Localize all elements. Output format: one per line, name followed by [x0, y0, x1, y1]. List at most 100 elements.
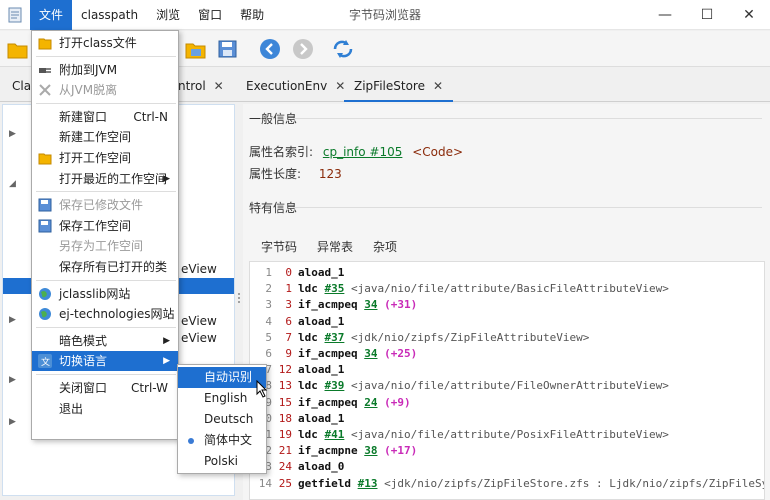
menu-1[interactable]: classpath — [72, 0, 147, 30]
tree-collapse-icon[interactable]: ◢ — [9, 179, 16, 189]
file-menu-item[interactable]: 保存工作空间 — [32, 216, 178, 236]
opcode: ldc — [298, 330, 318, 344]
language-option[interactable]: 自动识别 — [178, 367, 266, 388]
app-icon[interactable] — [0, 0, 30, 30]
operand-link[interactable]: 34 — [364, 298, 377, 311]
language-option[interactable]: 简体中文 — [178, 430, 266, 451]
line-number: 5 — [265, 330, 272, 344]
file-menu-item[interactable]: 保存所有已打开的类 — [32, 257, 178, 277]
language-option-label: Deutsch — [204, 412, 254, 426]
open-folder-icon[interactable] — [6, 37, 30, 61]
selected-dot-icon — [188, 438, 194, 444]
language-option[interactable]: Deutsch — [178, 409, 266, 430]
bytecode-line: 5 7 ldc #37 <jdk/nio/zipfs/ZipFileAttribut… — [250, 330, 589, 346]
tree-expand-icon[interactable]: ▶ — [9, 375, 16, 385]
tab-exception-table[interactable]: 异常表 — [317, 238, 353, 255]
operand-link[interactable]: #39 — [325, 379, 345, 392]
plug-icon — [38, 63, 52, 77]
bytecode-offset: 7 — [285, 330, 292, 344]
save-icon[interactable] — [216, 37, 240, 61]
bytecode-line: 1 0 aload_1 — [250, 265, 344, 281]
operand-link[interactable]: #37 — [325, 331, 345, 344]
opcode: ldc — [298, 282, 318, 296]
file-menu-item-label: 保存所有已打开的类 — [59, 260, 168, 274]
tree-item[interactable]: eView — [181, 331, 217, 345]
menu-2[interactable]: 浏览 — [147, 0, 189, 30]
bytecode-offset: 0 — [285, 266, 292, 279]
file-menu-item[interactable]: 新建工作空间 — [32, 127, 178, 147]
submenu-arrow-icon: ▶ — [163, 356, 170, 367]
menu-separator — [36, 326, 176, 328]
file-menu: 打开class文件 附加到JVM 从JVM脱离 新建窗口 Ctrl-N 新建工作空间 打开工… — [31, 30, 179, 440]
open-folder-icon — [38, 151, 52, 165]
file-menu-item[interactable]: 打开最近的工作空间 ▶ — [32, 169, 178, 189]
svg-text:文: 文 — [41, 356, 50, 368]
file-menu-item[interactable]: 打开工作空间 — [32, 148, 178, 168]
tree-item[interactable]: eView — [181, 262, 217, 276]
attr-name-label: 属性名索引: — [249, 145, 314, 159]
opcode: if_acmpne — [298, 444, 358, 458]
divider — [293, 118, 762, 119]
opcode: getfield — [298, 476, 351, 490]
line-number: 6 — [265, 347, 272, 360]
tab-executionenv[interactable]: ExecutionEnv ✕ — [236, 70, 355, 102]
file-menu-item[interactable]: 退出 — [32, 399, 178, 419]
tab-bytecode[interactable]: 字节码 — [261, 238, 298, 263]
bytecode-line: 3 3 if_acmpeq 34 (+31) — [250, 297, 417, 313]
attr-name-row: 属性名索引: cp_info #105 <Code> — [249, 143, 463, 160]
back-arrow-icon[interactable] — [258, 37, 282, 61]
file-menu-item[interactable]: 暗色模式 ▶ — [32, 331, 178, 351]
maximize-button[interactable]: ☐ — [686, 0, 728, 30]
opcode: if_acmpeq — [298, 395, 358, 409]
file-menu-item[interactable]: 附加到JVM — [32, 60, 178, 80]
opcode: aload_1 — [298, 314, 345, 328]
bytecode-line: 14 25 getfield #13 <jdk/nio/zipfs/ZipFileS… — [250, 476, 765, 492]
file-menu-item-label: 新建窗口 — [59, 109, 108, 124]
tree-item[interactable]: eView — [181, 314, 217, 328]
file-menu-item[interactable]: 新建窗口 Ctrl-N — [32, 107, 178, 127]
file-menu-item[interactable]: 文切换语言 ▶ — [32, 351, 178, 372]
line-number: 14 — [258, 476, 272, 490]
close-icon[interactable]: ✕ — [433, 79, 443, 93]
bytecode-offset: 9 — [285, 347, 292, 360]
bytecode-view[interactable]: 1 0 aload_1 2 1 ldc #35 <java/nio/file/attrib… — [249, 261, 765, 500]
operand-link[interactable]: 24 — [364, 396, 377, 409]
menu-separator — [36, 191, 176, 193]
attr-name-link[interactable]: cp_info #105 — [323, 145, 403, 159]
operand-link[interactable]: 38 — [364, 444, 377, 457]
operand-comment: <jdk/nio/zipfs/ZipFileStore.zfs : Ljdk/n… — [384, 476, 765, 490]
refresh-icon[interactable] — [331, 37, 355, 61]
shortcut-label: Ctrl-N — [133, 109, 168, 124]
menu-0[interactable]: 文件 — [30, 0, 73, 30]
file-menu-item[interactable]: jclasslib网站 — [32, 284, 178, 304]
language-option[interactable]: Polski — [178, 451, 266, 472]
tree-expand-icon[interactable]: ▶ — [9, 417, 16, 427]
minimize-button[interactable]: — — [644, 0, 686, 30]
file-menu-item[interactable]: 关闭窗口 Ctrl-W — [32, 378, 178, 398]
menu-4[interactable]: 帮助 — [231, 0, 273, 30]
menu-3[interactable]: 窗口 — [189, 0, 231, 30]
close-button[interactable]: ✕ — [728, 0, 770, 30]
operand-link[interactable]: 34 — [364, 347, 377, 360]
forward-arrow-icon[interactable] — [291, 37, 315, 61]
tree-expand-icon[interactable]: ▶ — [9, 315, 16, 325]
tab-label: ntrol — [178, 79, 206, 93]
window-controls: — ☐ ✕ — [644, 0, 770, 30]
file-menu-item[interactable]: ej-technologies网站 — [32, 304, 178, 324]
bytecode-offset: 21 — [278, 444, 292, 458]
close-icon[interactable]: ✕ — [214, 79, 224, 93]
file-menu-item[interactable]: 打开class文件 — [32, 33, 178, 53]
operand-link[interactable]: #13 — [358, 477, 378, 490]
operand-link[interactable]: #35 — [325, 282, 345, 295]
tab-misc[interactable]: 杂项 — [373, 238, 397, 255]
open-folder-icon[interactable] — [184, 37, 208, 61]
language-option[interactable]: English — [178, 388, 266, 409]
operand-link[interactable]: #41 — [325, 428, 345, 441]
jump-offset: (+25) — [384, 347, 418, 360]
tab-zipfilestore[interactable]: ZipFileStore ✕ — [344, 70, 454, 102]
shortcut-label: Ctrl-W — [130, 381, 168, 395]
file-menu-item-label: 保存已修改文件 — [59, 198, 144, 213]
opcode: aload_1 — [298, 266, 345, 279]
operand-comment: <java/nio/file/attribute/PosixFileAttrib… — [351, 428, 669, 441]
tree-expand-icon[interactable]: ▶ — [9, 129, 16, 139]
